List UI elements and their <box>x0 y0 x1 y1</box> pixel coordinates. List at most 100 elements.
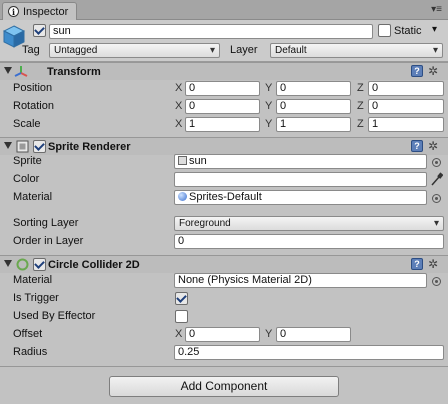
transform-axes-icon <box>14 66 28 77</box>
object-picker-icon[interactable] <box>432 194 441 203</box>
static-label: Static <box>394 25 422 37</box>
offset-y-field[interactable]: 0 <box>276 327 351 342</box>
foldout-arrow-icon[interactable] <box>4 142 12 149</box>
circle-collider-header[interactable]: Circle Collider 2D ? ✲ <box>0 255 448 273</box>
is-trigger-label: Is Trigger <box>13 292 59 304</box>
material-value: Sprites-Default <box>189 191 262 203</box>
help-icon[interactable]: ? <box>411 65 423 77</box>
foldout-arrow-icon[interactable] <box>4 67 12 74</box>
offset-label: Offset <box>13 328 43 340</box>
scale-z-field[interactable]: 1 <box>368 117 444 132</box>
scale-y-field[interactable]: 1 <box>276 117 351 132</box>
axis-y-label[interactable]: Y <box>265 100 272 112</box>
axis-z-label[interactable]: Z <box>357 118 364 130</box>
material-row: Material Sprites-Default <box>0 189 448 207</box>
layer-dropdown[interactable]: Default <box>270 43 443 58</box>
sorting-layer-row: Sorting Layer Foreground <box>0 215 448 233</box>
rotation-x-field[interactable]: 0 <box>185 99 260 114</box>
position-x-field[interactable]: 0 <box>185 81 260 96</box>
circle-collider-icon <box>16 258 29 271</box>
offset-row: Offset X 0 Y 0 <box>0 326 448 344</box>
tab-label: Inspector <box>23 5 69 18</box>
material-object-field[interactable]: Sprites-Default <box>174 190 427 205</box>
axis-x-label[interactable]: X <box>175 118 182 130</box>
used-by-effector-checkbox[interactable] <box>175 310 188 323</box>
transform-rotation-row: Rotation X 0 Y 0 Z 0 <box>0 98 448 116</box>
position-z-field[interactable]: 0 <box>368 81 444 96</box>
radius-label: Radius <box>13 346 48 358</box>
is-trigger-row: Is Trigger <box>0 290 448 308</box>
color-swatch-field[interactable] <box>174 172 427 187</box>
material-label: Material <box>13 191 53 203</box>
scale-label: Scale <box>13 118 41 130</box>
offset-x-field[interactable]: 0 <box>185 327 260 342</box>
material-sphere-icon <box>178 192 187 201</box>
object-picker-icon[interactable] <box>432 277 441 286</box>
window-titlebar: i Inspector ▾≡ <box>0 0 448 20</box>
used-by-effector-label: Used By Effector <box>13 310 96 322</box>
scale-x-field[interactable]: 1 <box>185 117 260 132</box>
used-by-effector-row: Used By Effector <box>0 308 448 326</box>
sorting-layer-dropdown[interactable]: Foreground <box>174 216 444 231</box>
rotation-label: Rotation <box>13 100 54 112</box>
help-icon[interactable]: ? <box>411 140 423 152</box>
gameobject-header: sun Static ▾ Tag Untagged Layer Default <box>0 20 448 62</box>
sprite-object-field[interactable]: sun <box>174 154 427 169</box>
transform-header[interactable]: Transform ? ✲ <box>0 62 448 80</box>
sorting-layer-label: Sorting Layer <box>13 217 79 229</box>
rotation-z-field[interactable]: 0 <box>368 99 444 114</box>
color-label: Color <box>13 173 40 185</box>
axis-z-label[interactable]: Z <box>357 82 364 94</box>
active-checkbox[interactable] <box>33 24 46 37</box>
gear-icon[interactable]: ✲ <box>428 139 438 153</box>
transform-position-row: Position X 0 Y 0 Z 0 <box>0 80 448 98</box>
physics-material-field[interactable]: None (Physics Material 2D) <box>174 273 427 288</box>
axis-y-label[interactable]: Y <box>265 328 272 340</box>
position-label: Position <box>13 82 53 94</box>
object-name-field[interactable]: sun <box>49 24 373 39</box>
sprite-renderer-title: Sprite Renderer <box>48 141 131 153</box>
gear-icon[interactable]: ✲ <box>428 64 438 78</box>
window-menu-icon[interactable]: ▾≡ <box>431 4 442 15</box>
order-in-layer-label: Order in Layer <box>13 235 84 247</box>
transform-scale-row: Scale X 1 Y 1 Z 1 <box>0 116 448 134</box>
axis-x-label[interactable]: X <box>175 82 182 94</box>
tab-inspector[interactable]: i Inspector <box>2 2 77 20</box>
order-in-layer-field[interactable]: 0 <box>174 234 444 249</box>
sprite-renderer-icon <box>16 140 29 153</box>
static-checkbox[interactable] <box>378 24 391 37</box>
circle-collider-enabled-checkbox[interactable] <box>33 258 46 271</box>
transform-title: Transform <box>47 66 101 78</box>
divider <box>0 366 448 367</box>
is-trigger-checkbox[interactable] <box>175 292 188 305</box>
tag-label: Tag <box>22 44 40 56</box>
sprite-label: Sprite <box>13 155 42 167</box>
foldout-arrow-icon[interactable] <box>4 260 12 267</box>
axis-y-label[interactable]: Y <box>265 118 272 130</box>
sprite-renderer-enabled-checkbox[interactable] <box>33 140 46 153</box>
position-y-field[interactable]: 0 <box>276 81 351 96</box>
color-row: Color <box>0 171 448 189</box>
add-component-button[interactable]: Add Component <box>109 376 339 397</box>
sprite-asset-icon <box>178 156 187 165</box>
sprite-value: sun <box>189 155 207 167</box>
axis-x-label[interactable]: X <box>175 100 182 112</box>
axis-y-label[interactable]: Y <box>265 82 272 94</box>
axis-x-label[interactable]: X <box>175 328 182 340</box>
circle-collider-title: Circle Collider 2D <box>48 259 140 271</box>
rotation-y-field[interactable]: 0 <box>276 99 351 114</box>
radius-field[interactable]: 0.25 <box>174 345 444 360</box>
gear-icon[interactable]: ✲ <box>428 257 438 271</box>
sprite-row: Sprite sun <box>0 153 448 171</box>
help-icon[interactable]: ? <box>411 258 423 270</box>
layer-label: Layer <box>230 44 258 56</box>
axis-z-label[interactable]: Z <box>357 100 364 112</box>
info-icon: i <box>8 6 19 17</box>
collider-material-row: Material None (Physics Material 2D) <box>0 272 448 290</box>
tag-dropdown[interactable]: Untagged <box>49 43 220 58</box>
eyedropper-icon[interactable] <box>430 172 443 187</box>
object-picker-icon[interactable] <box>432 158 441 167</box>
order-in-layer-row: Order in Layer 0 <box>0 233 448 251</box>
radius-row: Radius 0.25 <box>0 344 448 362</box>
static-dropdown-icon[interactable]: ▾ <box>432 24 437 35</box>
